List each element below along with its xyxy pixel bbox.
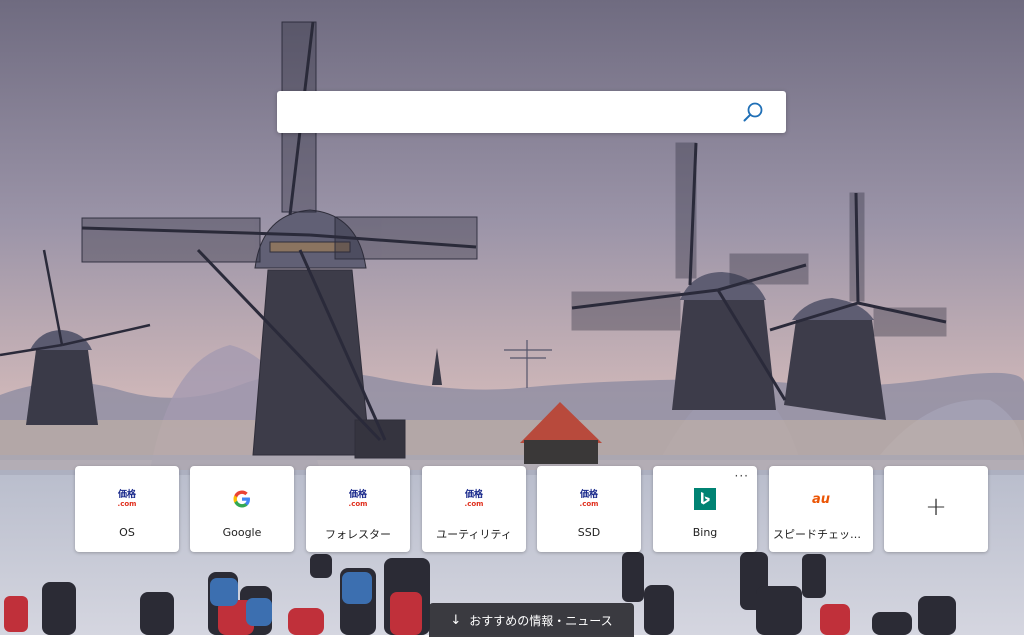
quick-link-label: Google: [222, 526, 262, 539]
kakaku-com-icon: 価格 .com: [348, 489, 368, 508]
kakaku-com-icon: 価格 .com: [464, 489, 484, 508]
kakaku-com-icon: 価格 .com: [117, 489, 137, 508]
quick-link-label: スピードチェック | ...: [773, 528, 869, 541]
plus-icon: +: [925, 492, 947, 522]
kakaku-com-icon: 価格 .com: [579, 489, 599, 508]
quick-link-label: SSD: [577, 526, 601, 539]
search-icon[interactable]: [742, 101, 764, 123]
google-icon: [190, 488, 294, 510]
more-options-icon[interactable]: ···: [735, 470, 749, 482]
quick-link-speedcheck[interactable]: au スピードチェック | ...: [769, 466, 873, 552]
search-input[interactable]: [289, 91, 733, 135]
quick-link-utility[interactable]: 価格 .com ユーティリティ: [422, 466, 526, 552]
search-box[interactable]: [277, 91, 786, 135]
quick-link-google[interactable]: Google: [190, 466, 294, 552]
au-logo-icon: au: [811, 491, 831, 507]
bing-icon: [653, 488, 757, 510]
quick-link-os[interactable]: 価格 .com OS: [75, 466, 179, 552]
news-feed-button[interactable]: ↓ おすすめの情報・ニュース: [429, 603, 634, 637]
news-feed-label: おすすめの情報・ニュース: [469, 613, 613, 628]
quick-link-label: フォレスター: [325, 528, 391, 541]
quick-link-forester[interactable]: 価格 .com フォレスター: [306, 466, 410, 552]
quick-link-bing[interactable]: ··· Bing: [653, 466, 757, 552]
quick-link-label: ユーティリティ: [436, 528, 512, 541]
quick-link-ssd[interactable]: 価格 .com SSD: [537, 466, 641, 552]
quick-link-label: OS: [119, 526, 135, 539]
add-quick-link-button[interactable]: +: [884, 466, 988, 552]
quick-link-label: Bing: [692, 526, 718, 539]
arrow-down-icon: ↓: [450, 612, 462, 628]
